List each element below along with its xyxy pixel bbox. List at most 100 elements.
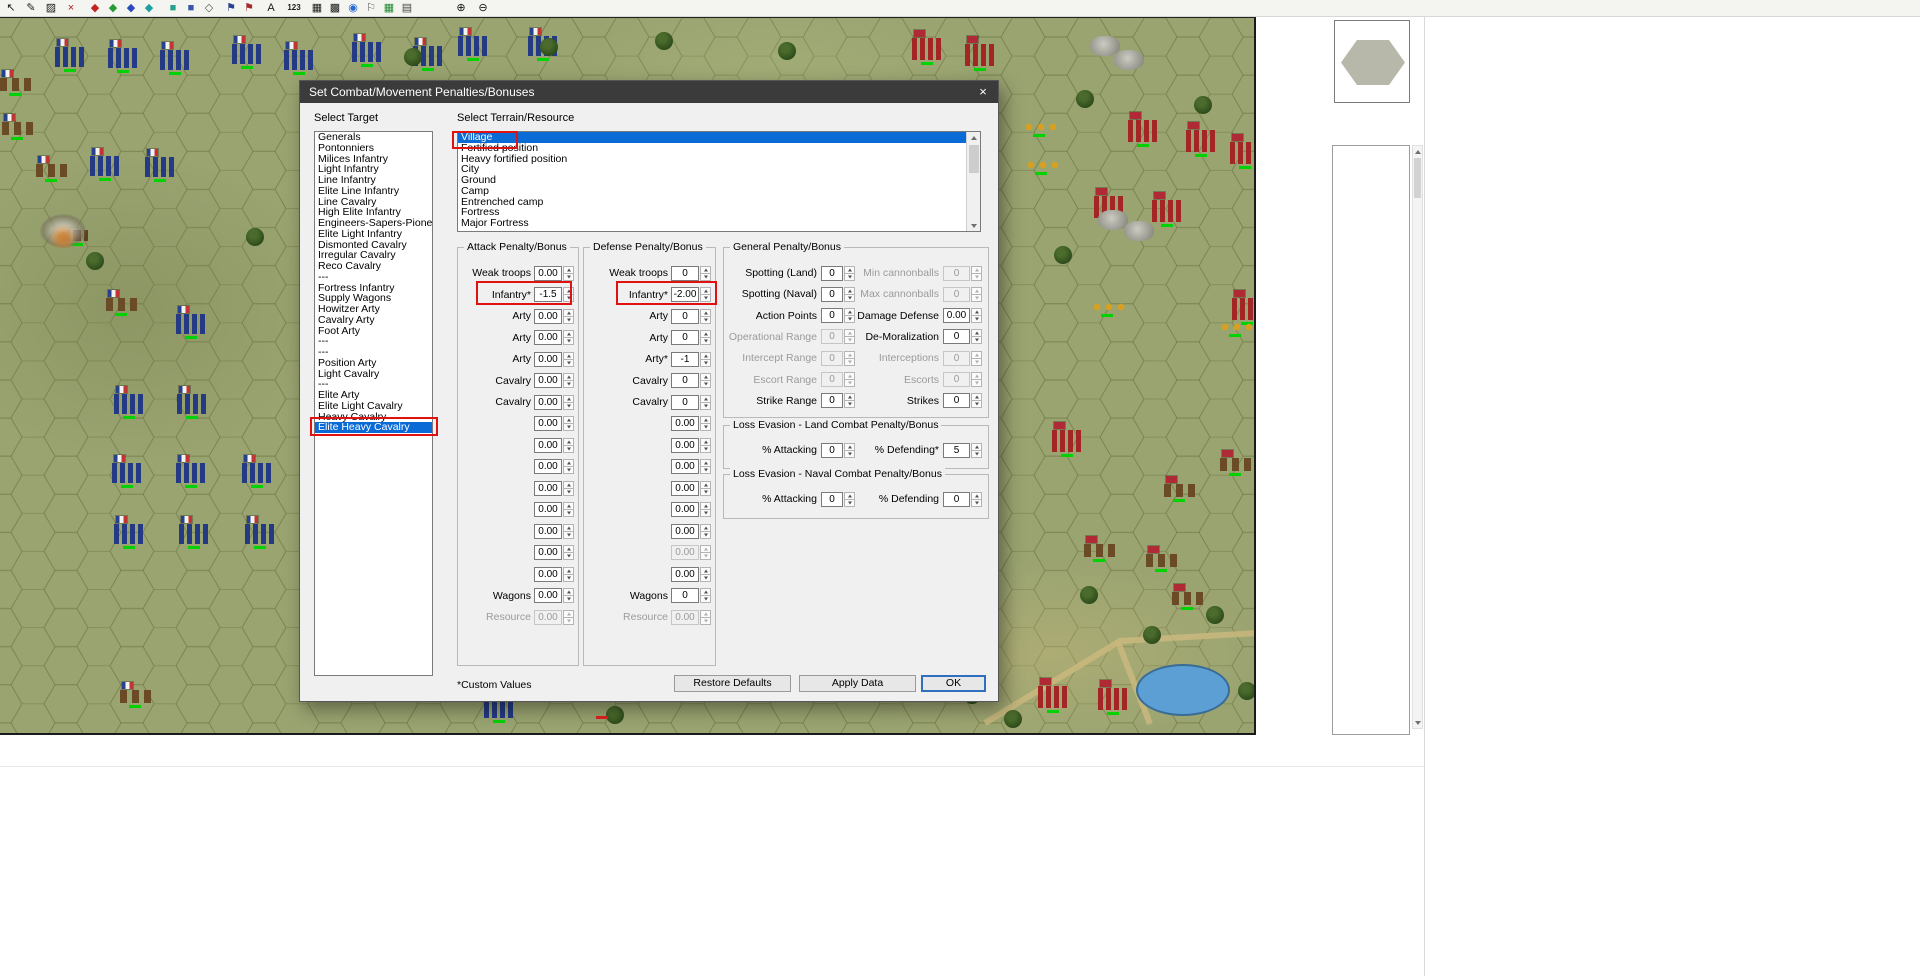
globe-tool-icon[interactable]: ◉ — [344, 0, 362, 16]
spinner[interactable] — [700, 567, 711, 582]
spinner[interactable] — [844, 393, 855, 408]
spinner[interactable] — [700, 610, 711, 625]
spinner-up-icon[interactable] — [563, 395, 574, 403]
spinner-up-icon[interactable] — [700, 545, 711, 553]
spinner-up-icon[interactable] — [844, 329, 855, 337]
unit-fr[interactable] — [232, 36, 268, 69]
unit-fr[interactable] — [114, 516, 150, 549]
list-tool-icon[interactable]: ▤ — [398, 0, 416, 16]
hex-tool-icon[interactable]: ◇ — [200, 0, 218, 16]
field-value[interactable]: 0 — [671, 330, 699, 345]
spinner-up-icon[interactable] — [563, 309, 574, 317]
unit-art[interactable] — [1092, 300, 1128, 317]
spinner-down-icon[interactable] — [971, 380, 982, 387]
spinner-up-icon[interactable] — [563, 352, 574, 360]
spinner-up-icon[interactable] — [844, 443, 855, 451]
spinner-up-icon[interactable] — [563, 266, 574, 274]
unit-fr[interactable] — [160, 42, 196, 75]
unit-cavg[interactable] — [1172, 584, 1208, 610]
spinner[interactable] — [971, 329, 982, 344]
spinner-down-icon[interactable] — [700, 317, 711, 324]
spinner-up-icon[interactable] — [563, 287, 574, 295]
spinner[interactable] — [844, 287, 855, 302]
scroll-thumb[interactable] — [969, 145, 979, 173]
spinner-up-icon[interactable] — [563, 545, 574, 553]
zoom-in-icon[interactable]: ⊕ — [452, 0, 470, 16]
spinner[interactable] — [700, 266, 711, 281]
field-value[interactable]: 0.00 — [534, 567, 562, 582]
spinner-down-icon[interactable] — [563, 381, 574, 388]
field-value[interactable]: 0 — [943, 266, 970, 281]
spinner[interactable] — [700, 330, 711, 345]
scroll-down-icon[interactable] — [1413, 717, 1422, 728]
list-item[interactable]: City — [458, 164, 980, 175]
spinner-down-icon[interactable] — [700, 618, 711, 625]
flag-outline-icon[interactable]: ⚐ — [362, 0, 380, 16]
spinner-down-icon[interactable] — [700, 338, 711, 345]
spinner[interactable] — [844, 308, 855, 323]
spinner[interactable] — [700, 395, 711, 410]
spinner-down-icon[interactable] — [563, 467, 574, 474]
spinner-up-icon[interactable] — [844, 372, 855, 380]
spinner[interactable] — [700, 352, 711, 367]
spinner-up-icon[interactable] — [844, 492, 855, 500]
numbers-tool-icon[interactable]: 123 — [282, 0, 306, 16]
field-value[interactable]: 0 — [821, 443, 843, 458]
field-value[interactable]: 0 — [943, 372, 970, 387]
list-item[interactable]: Elite Light Infantry — [315, 229, 432, 240]
spinner-up-icon[interactable] — [700, 438, 711, 446]
spinner-up-icon[interactable] — [844, 266, 855, 274]
diamond-green-icon[interactable]: ◆ — [104, 0, 122, 16]
spinner-down-icon[interactable] — [700, 274, 711, 281]
spinner[interactable] — [700, 438, 711, 453]
dialog-titlebar[interactable]: Set Combat/Movement Penalties/Bonuses × — [300, 81, 998, 103]
spinner[interactable] — [700, 459, 711, 474]
ok-button[interactable]: OK — [921, 675, 986, 692]
unit-gb[interactable] — [1052, 422, 1088, 457]
field-value[interactable]: 0.00 — [534, 438, 562, 453]
field-value[interactable]: 0 — [671, 588, 699, 603]
apply-data-button[interactable]: Apply Data — [799, 675, 916, 692]
spinner-up-icon[interactable] — [563, 567, 574, 575]
field-value[interactable]: 0 — [943, 393, 970, 408]
field-value[interactable]: 0 — [943, 351, 970, 366]
field-value[interactable]: 0 — [671, 373, 699, 388]
unit-blue-flag-icon[interactable]: ⚑ — [222, 0, 240, 16]
spinner-down-icon[interactable] — [844, 295, 855, 302]
field-value[interactable]: 0.00 — [671, 481, 699, 496]
zoom-out-icon[interactable]: ⊖ — [474, 0, 492, 16]
spinner-up-icon[interactable] — [700, 373, 711, 381]
select-terrain-list[interactable]: VillageFortified positionHeavy fortified… — [457, 131, 981, 232]
spinner[interactable] — [700, 545, 711, 560]
field-value[interactable]: 0.00 — [534, 524, 562, 539]
spinner-down-icon[interactable] — [971, 500, 982, 507]
spinner[interactable] — [844, 266, 855, 281]
scroll-down-icon[interactable] — [969, 220, 978, 231]
spinner[interactable] — [700, 524, 711, 539]
spinner-up-icon[interactable] — [971, 372, 982, 380]
spinner-up-icon[interactable] — [844, 393, 855, 401]
spinner-up-icon[interactable] — [700, 416, 711, 424]
spinner-down-icon[interactable] — [563, 274, 574, 281]
spinner-down-icon[interactable] — [700, 467, 711, 474]
unit-gb[interactable] — [1098, 680, 1134, 715]
field-value[interactable]: 0.00 — [671, 416, 699, 431]
field-value[interactable]: 0.00 — [534, 502, 562, 517]
spinner[interactable] — [563, 588, 574, 603]
spinner[interactable] — [700, 588, 711, 603]
spinner-up-icon[interactable] — [563, 481, 574, 489]
spinner-down-icon[interactable] — [563, 317, 574, 324]
field-value[interactable]: 0.00 — [534, 545, 562, 560]
spinner[interactable] — [563, 567, 574, 582]
spinner-up-icon[interactable] — [700, 459, 711, 467]
field-value[interactable]: 0.00 — [671, 438, 699, 453]
field-value[interactable]: 0 — [821, 308, 843, 323]
field-value[interactable]: 0 — [821, 287, 843, 302]
unit-gb[interactable] — [1038, 678, 1074, 713]
spinner[interactable] — [563, 266, 574, 281]
list-item[interactable]: Foot Arty — [315, 326, 432, 337]
field-value[interactable]: 0 — [671, 309, 699, 324]
spinner-up-icon[interactable] — [700, 395, 711, 403]
spinner-up-icon[interactable] — [971, 308, 982, 316]
list-item[interactable]: Position Arty — [315, 358, 432, 369]
